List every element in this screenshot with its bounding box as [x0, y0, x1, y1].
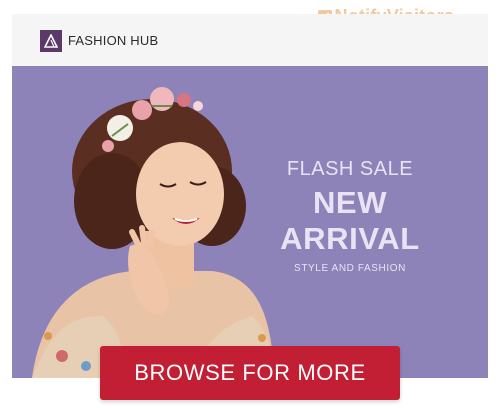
promo-banner: FLASH SALE NEW ARRIVAL STYLE AND FASHION: [12, 66, 488, 378]
promo-text: FLASH SALE NEW ARRIVAL STYLE AND FASHION: [244, 158, 456, 274]
browse-for-more-button[interactable]: BROWSE FOR MORE: [100, 346, 400, 400]
brand-logo: [40, 30, 62, 52]
header: FASHION HUB: [12, 14, 488, 66]
flash-sale-label: FLASH SALE: [286, 158, 414, 180]
popup-card: FASHION HUB FLASH SALE NEW ARRIVAL STYLE…: [12, 14, 488, 378]
tagline: STYLE AND FASHION: [294, 263, 406, 274]
brand-name: FASHION HUB: [68, 33, 159, 48]
new-arrival-heading: NEW ARRIVAL: [280, 185, 420, 256]
triangle-logo-icon: [44, 34, 58, 48]
